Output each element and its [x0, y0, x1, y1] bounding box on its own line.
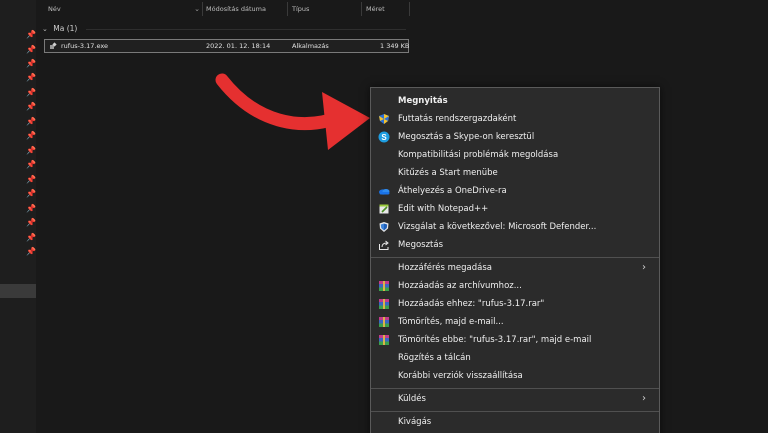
menu-item-defender-scan[interactable]: Vizsgálat a következővel: Microsoft Defe…: [371, 218, 659, 236]
menu-item-label: Megnyitás: [398, 96, 448, 106]
explorer-window: 📌 📌 📌 📌 📌 📌 📌 📌 📌 📌 📌 📌 📌 📌 📌 📌 Név ⌄ Mó…: [0, 0, 768, 433]
menu-item-label: Hozzáférés megadása: [398, 263, 492, 273]
defender-icon: [379, 222, 389, 232]
menu-item-share[interactable]: Megosztás: [371, 236, 659, 254]
file-size: 1 349 KB: [380, 42, 410, 50]
menu-item-label: Kitűzés a Start menübe: [398, 168, 498, 178]
pin-icon[interactable]: 📌: [26, 74, 36, 82]
menu-item-skype-share[interactable]: S Megosztás a Skype-on keresztül: [371, 128, 659, 146]
onedrive-icon: [379, 189, 390, 195]
menu-item-cut[interactable]: Kivágás: [371, 413, 659, 431]
column-header-type[interactable]: Típus: [292, 0, 309, 18]
pin-icon[interactable]: 📌: [26, 205, 36, 213]
chevron-down-icon: ⌄: [42, 25, 48, 33]
winrar-icon: [379, 317, 389, 327]
menu-item-compatibility[interactable]: Kompatibilitási problémák megoldása: [371, 146, 659, 164]
context-menu: Megnyitás Futtatás rendszergazdaként S M…: [370, 87, 660, 433]
menu-item-pin-taskbar[interactable]: Rögzítés a tálcán: [371, 349, 659, 367]
pin-icon[interactable]: 📌: [26, 89, 36, 97]
pin-icon[interactable]: 📌: [26, 219, 36, 227]
menu-item-notepadpp[interactable]: Edit with Notepad++: [371, 200, 659, 218]
menu-item-label: Futtatás rendszergazdaként: [398, 114, 517, 124]
column-header-modified[interactable]: Módosítás dátuma: [206, 0, 266, 18]
chevron-down-icon[interactable]: ⌄: [193, 4, 201, 14]
winrar-icon: [379, 299, 389, 309]
svg-text:S: S: [381, 133, 387, 142]
pin-icon[interactable]: 📌: [26, 132, 36, 140]
menu-item-add-archive[interactable]: Hozzáadás az archívumhoz...: [371, 277, 659, 295]
navigation-pane: 📌 📌 📌 📌 📌 📌 📌 📌 📌 📌 📌 📌 📌 📌 📌 📌: [0, 0, 36, 433]
menu-item-label: Küldés: [398, 394, 426, 404]
menu-item-label: Kivágás: [398, 417, 432, 427]
chevron-right-icon: ›: [642, 262, 646, 273]
usb-drive-icon: [50, 42, 57, 49]
menu-item-add-to-rar[interactable]: Hozzáadás ehhez: "rufus-3.17.rar": [371, 295, 659, 313]
menu-item-pin-start[interactable]: Kitűzés a Start menübe: [371, 164, 659, 182]
menu-separator: [371, 411, 659, 412]
notepadpp-icon: [379, 204, 389, 214]
menu-item-give-access[interactable]: Hozzáférés megadása ›: [371, 259, 659, 277]
file-name: rufus-3.17.exe: [61, 42, 109, 50]
winrar-icon: [379, 281, 389, 291]
menu-item-label: Megosztás a Skype-on keresztül: [398, 132, 535, 142]
pin-icon[interactable]: 📌: [26, 176, 36, 184]
file-row-rufus[interactable]: rufus-3.17.exe 2022. 01. 12. 18:14 Alkal…: [44, 39, 409, 53]
menu-item-compress-to-rar-email[interactable]: Tömörítés ebbe: "rufus-3.17.rar", majd e…: [371, 331, 659, 349]
pin-icon[interactable]: 📌: [26, 161, 36, 169]
column-separator[interactable]: [409, 2, 410, 16]
pin-icon[interactable]: 📌: [26, 31, 36, 39]
menu-item-label: Hozzáadás az archívumhoz...: [398, 281, 522, 291]
red-arrow-annotation: [215, 73, 370, 150]
pin-icon[interactable]: 📌: [26, 46, 36, 54]
menu-item-send-to[interactable]: Küldés ›: [371, 390, 659, 408]
chevron-right-icon: ›: [642, 393, 646, 404]
winrar-icon: [379, 335, 389, 345]
column-separator[interactable]: [361, 2, 362, 16]
column-header-size[interactable]: Méret: [366, 0, 385, 18]
group-divider: [86, 29, 406, 30]
menu-separator: [371, 257, 659, 258]
menu-item-label: Kompatibilitási problémák megoldása: [398, 150, 559, 160]
menu-item-label: Rögzítés a tálcán: [398, 353, 471, 363]
menu-item-label: Vizsgálat a következővel: Microsoft Defe…: [398, 222, 597, 232]
menu-item-label: Tömörítés, majd e-mail...: [398, 317, 504, 327]
menu-item-label: Megosztás: [398, 240, 444, 250]
pin-icon[interactable]: 📌: [26, 118, 36, 126]
pin-icon[interactable]: 📌: [26, 190, 36, 198]
nav-selected-item[interactable]: [0, 284, 36, 298]
pin-icon[interactable]: 📌: [26, 248, 36, 256]
share-icon: [379, 240, 389, 250]
uac-shield-icon: [379, 114, 389, 124]
menu-item-compress-email[interactable]: Tömörítés, majd e-mail...: [371, 313, 659, 331]
menu-item-open[interactable]: Megnyitás: [371, 92, 659, 110]
menu-item-label: Korábbi verziók visszaállítása: [398, 371, 523, 381]
column-separator[interactable]: [287, 2, 288, 16]
pin-icon[interactable]: 📌: [26, 234, 36, 242]
skype-icon: S: [378, 131, 390, 143]
menu-item-label: Áthelyezés a OneDrive-ra: [398, 186, 507, 196]
file-type: Alkalmazás: [292, 42, 329, 50]
group-label: Ma (1): [53, 24, 78, 33]
menu-item-run-as-admin[interactable]: Futtatás rendszergazdaként: [371, 110, 659, 128]
menu-item-label: Hozzáadás ehhez: "rufus-3.17.rar": [398, 299, 545, 309]
menu-separator: [371, 388, 659, 389]
menu-item-restore-versions[interactable]: Korábbi verziók visszaállítása: [371, 367, 659, 385]
group-header[interactable]: ⌄ Ma (1): [42, 23, 77, 35]
menu-item-label: Edit with Notepad++: [398, 204, 489, 214]
menu-item-onedrive[interactable]: Áthelyezés a OneDrive-ra: [371, 182, 659, 200]
file-modified: 2022. 01. 12. 18:14: [206, 42, 271, 50]
pin-icon[interactable]: 📌: [26, 103, 36, 111]
pin-icon[interactable]: 📌: [26, 60, 36, 68]
column-separator[interactable]: [202, 2, 203, 16]
column-header-name[interactable]: Név: [48, 0, 61, 18]
menu-item-label: Tömörítés ebbe: "rufus-3.17.rar", majd e…: [398, 335, 592, 345]
pin-icon[interactable]: 📌: [26, 147, 36, 155]
